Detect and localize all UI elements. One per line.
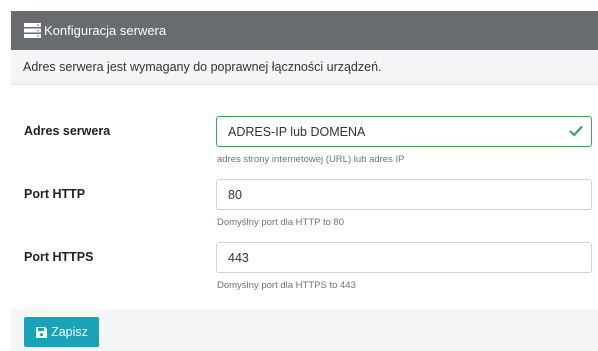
server-address-label: Adres serwera xyxy=(24,124,111,138)
save-button-label: Zapisz xyxy=(51,325,88,339)
form-body: Adres serwera ADRES-IP lub DOMENA adres … xyxy=(11,85,598,308)
panel-title: Konfiguracja serwera xyxy=(44,23,167,38)
intro-text: Adres serwera jest wymagany do poprawnej… xyxy=(11,50,598,85)
check-icon xyxy=(569,125,583,137)
port-http-label: Port HTTP xyxy=(24,187,86,201)
save-button[interactable]: Zapisz xyxy=(24,317,99,347)
port-https-label: Port HTTPS xyxy=(24,250,94,264)
port-https-input[interactable]: 443 xyxy=(216,242,592,273)
server-config-panel: Konfiguracja serwera Adres serwera jest … xyxy=(11,11,598,351)
port-http-help: Domyślny port dla HTTP to 80 xyxy=(217,217,345,228)
panel-header: Konfiguracja serwera xyxy=(11,11,598,50)
server-address-value: ADRES-IP lub DOMENA xyxy=(228,124,366,139)
panel-footer: Zapisz xyxy=(11,309,598,351)
server-address-help: adres strony internetowej (URL) lub adre… xyxy=(217,154,405,165)
floppy-disk-icon xyxy=(36,326,48,338)
port-https-help: Domyślny port dla HTTPS to 443 xyxy=(217,280,356,291)
server-icon xyxy=(24,23,41,38)
port-https-value: 443 xyxy=(228,250,249,265)
port-http-value: 80 xyxy=(228,187,242,202)
port-http-input[interactable]: 80 xyxy=(216,179,592,210)
server-address-input[interactable]: ADRES-IP lub DOMENA xyxy=(216,116,592,147)
